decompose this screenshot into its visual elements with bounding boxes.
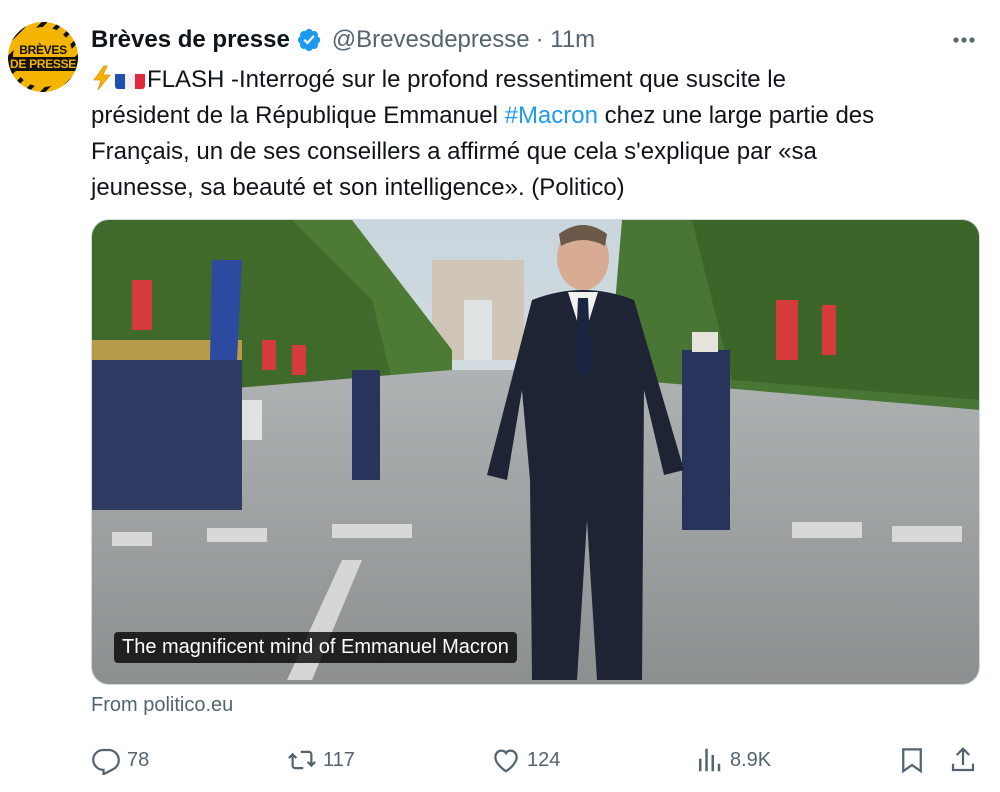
handle[interactable]: @Brevesdepresse <box>332 26 530 54</box>
hashtag-link[interactable]: #Macron <box>505 102 598 129</box>
like-count: 124 <box>527 748 561 771</box>
share-button[interactable] <box>948 742 984 778</box>
tweet-line-4: jeunesse, sa beauté et son intelligence»… <box>91 174 625 201</box>
avatar-text-line2: DE PRESSE <box>8 57 78 71</box>
tweet-text-part: FLASH -Interrogé sur le profond ressenti… <box>147 66 786 93</box>
like-button[interactable]: 124 <box>491 742 560 778</box>
repost-count: 117 <box>323 748 355 771</box>
reply-icon <box>92 748 120 775</box>
card-caption: The magnificent mind of Emmanuel Macron <box>114 632 517 663</box>
share-icon <box>951 747 975 772</box>
bookmark-icon <box>902 748 922 774</box>
avatar-logo: BRÈVES DE PRESSE <box>8 27 78 87</box>
views-button[interactable]: 8.9K <box>694 742 771 778</box>
verified-badge-icon <box>297 28 320 52</box>
tweet-actions: 78 117 124 8.9K <box>91 742 980 778</box>
parade-photo <box>92 220 979 684</box>
card-source[interactable]: From politico.eu <box>91 694 233 717</box>
tweet-line-3: Français, un de ses conseillers a affirm… <box>91 138 817 165</box>
avatar-text-line1: BRÈVES <box>19 43 67 57</box>
views-icon <box>699 748 721 772</box>
tweet-line-2: président de la République Emmanuel #Mac… <box>91 98 971 134</box>
tweet-header: Brèves de presse @Brevesdepresse · 11m <box>91 25 595 55</box>
repost-button[interactable]: 117 <box>287 742 355 778</box>
high-voltage-icon <box>93 65 111 91</box>
repost-icon <box>288 750 316 770</box>
like-icon <box>494 749 518 773</box>
band-group <box>92 340 242 510</box>
bookmark-button[interactable] <box>897 742 933 778</box>
tweet-text-part: président de la République Emmanuel <box>91 102 505 129</box>
reply-button[interactable]: 78 <box>91 742 149 778</box>
views-count: 8.9K <box>730 748 772 771</box>
reply-count: 78 <box>127 748 150 771</box>
france-flag-icon <box>115 69 145 89</box>
avatar[interactable]: BRÈVES DE PRESSE <box>8 22 78 92</box>
display-name[interactable]: Brèves de presse <box>91 26 290 54</box>
link-card-image[interactable]: The magnificent mind of Emmanuel Macron <box>91 219 980 685</box>
tweet-text: FLASH -Interrogé sur le profond ressenti… <box>91 62 971 206</box>
tweet-line-1: FLASH -Interrogé sur le profond ressenti… <box>91 62 971 98</box>
timestamp[interactable]: · 11m <box>536 26 596 54</box>
tweet-text-part: chez une large partie des <box>597 102 875 129</box>
more-icon[interactable] <box>948 26 980 54</box>
